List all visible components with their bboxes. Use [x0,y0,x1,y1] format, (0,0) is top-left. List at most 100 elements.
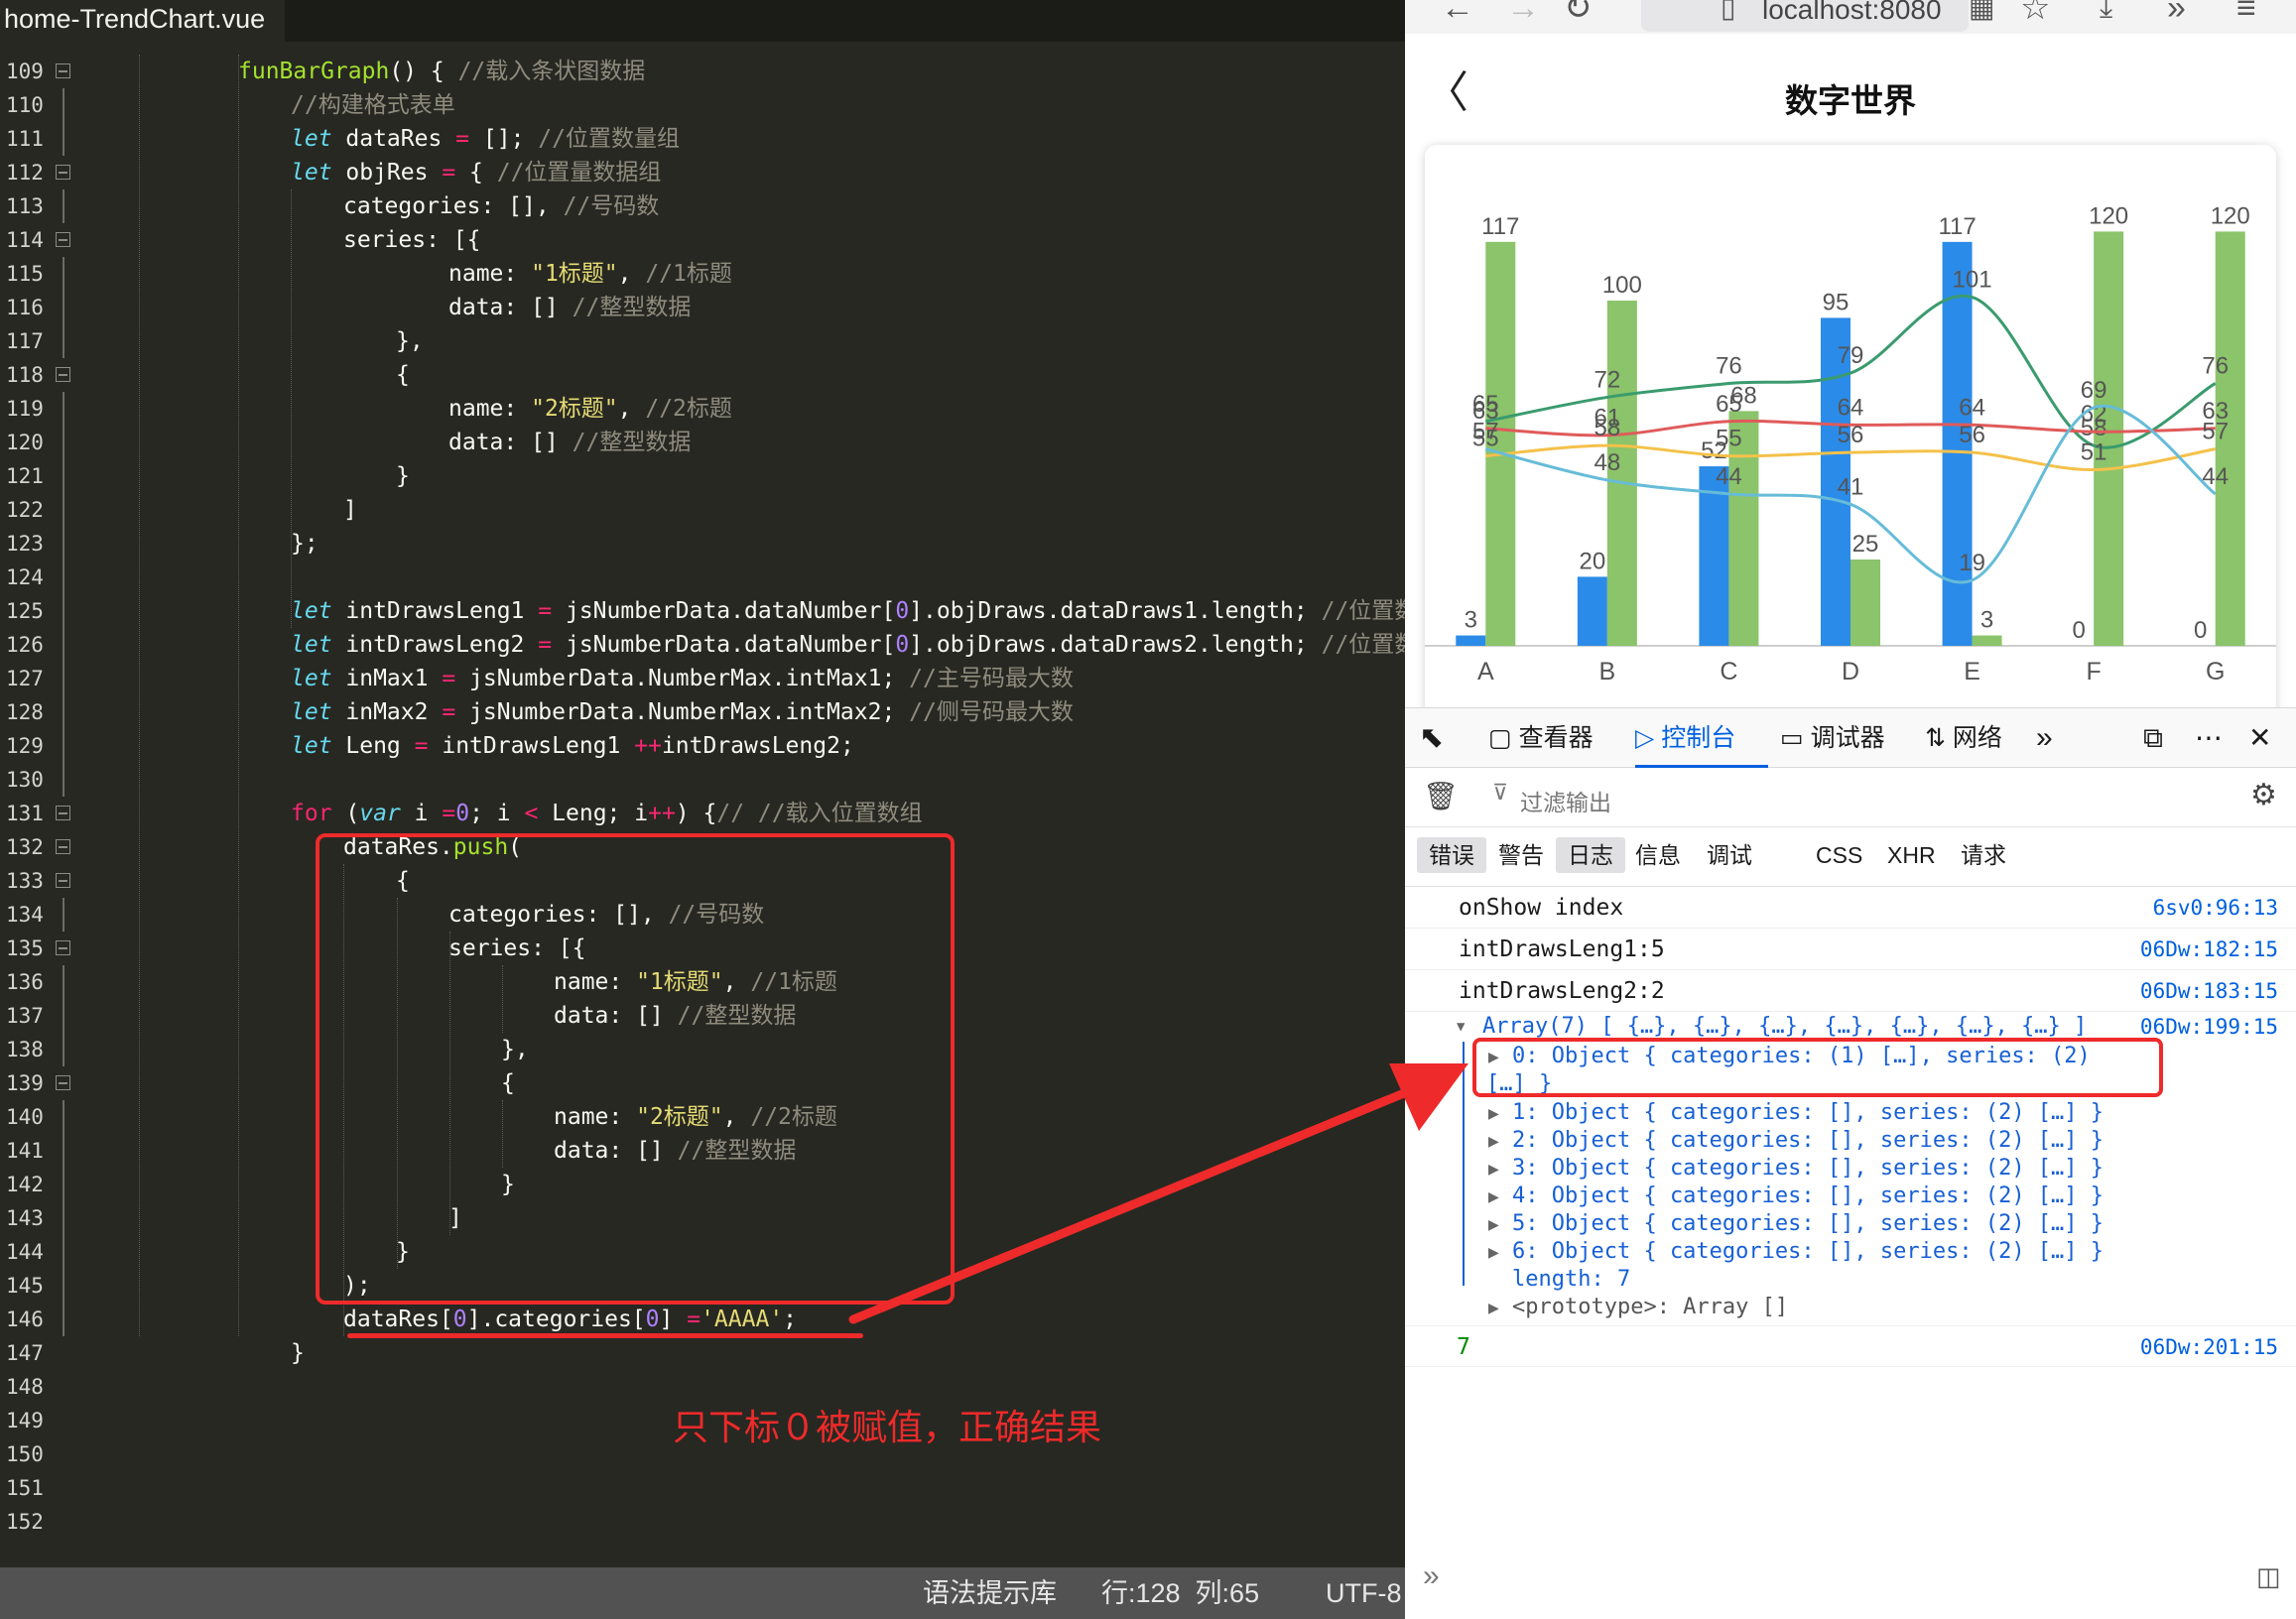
level-filter-2[interactable]: 日志 [1556,837,1625,873]
download-icon[interactable]: ⤓ [2100,0,2112,28]
qr-code-icon[interactable]: ▦ [1969,0,1994,28]
code-line[interactable]: let inMax2 = jsNumberData.NumberMax.intM… [291,695,1074,729]
fold-toggle-icon[interactable] [56,165,70,180]
fold-toggle-icon[interactable] [56,873,70,888]
console-log-row[interactable]: intDrawsLeng1:5 06Dw:182:15 [1405,929,2296,970]
code-line[interactable]: }; [291,527,319,560]
code-line[interactable]: let inMax1 = jsNumberData.NumberMax.intM… [291,662,1074,695]
array-item[interactable]: 4: Object { categories: [], series: (2) … [1512,1183,2104,1210]
code-token: 0 [645,1307,660,1332]
source-link[interactable]: 06Dw:199:15 [2140,1012,2278,1042]
code-line[interactable]: //构建格式表单 [291,88,455,122]
source-link[interactable]: 06Dw:201:15 [2140,1326,2278,1368]
code-line[interactable]: name: "1标题", //1标题 [448,257,732,291]
reload-icon[interactable]: ↻ [1564,0,1593,28]
level-filter-0[interactable]: 错误 [1417,837,1486,873]
expand-triangle-icon[interactable]: ▶ [1488,1188,1499,1205]
console-result-row[interactable]: 7 06Dw:201:15 [1405,1325,2296,1367]
code-token: () { [389,59,458,84]
code-line[interactable]: data: [] //整型数据 [448,291,691,324]
fold-toggle-icon[interactable] [56,839,70,854]
more-options-icon[interactable]: ⋯ [2195,708,2223,768]
code-line[interactable]: let Leng = intDrawsLeng1 ++intDrawsLeng2… [291,729,854,763]
source-link[interactable]: 06Dw:183:15 [2140,970,2278,1012]
code-line[interactable]: for (var i =0; i < Leng; i++) {// //载入位置… [291,797,923,830]
code-line[interactable]: { [396,358,410,392]
array-item[interactable]: 6: Object { categories: [], series: (2) … [1512,1238,2104,1266]
array-item[interactable]: 1: Object { categories: [], series: (2) … [1512,1099,2104,1127]
code-line[interactable]: } [291,1336,305,1370]
level-filter-5[interactable]: CSS [1804,837,1874,873]
expanded-triangle-icon[interactable]: ▼ [1457,1012,1465,1042]
array-item[interactable]: 3: Object { categories: [], series: (2) … [1512,1155,2104,1183]
code-line[interactable]: } [396,459,410,493]
expand-triangle-icon[interactable]: ▶ [1488,1161,1499,1178]
code-line[interactable]: }, [396,324,424,358]
expand-triangle-icon[interactable]: ▶ [1488,1300,1499,1316]
url-text[interactable]: localhost:8080 [1762,0,1942,30]
source-link[interactable]: 06Dw:182:15 [2140,929,2278,970]
dock-side-icon[interactable]: ⧉ [2143,708,2163,768]
level-filter-7[interactable]: 请求 [1949,837,2018,873]
sidebar-toggle-icon[interactable]: ◫ [2256,1561,2281,1592]
fold-toggle-icon[interactable] [56,232,70,247]
trash-icon[interactable]: 🗑 [1423,780,1459,812]
console-input-row[interactable]: » ◫ [1405,1552,2296,1607]
menu-icon[interactable]: ≡ [2236,0,2256,28]
close-devtools-icon[interactable]: ✕ [2248,708,2271,768]
code-line[interactable]: categories: [], //号码数 [343,189,659,223]
code-line[interactable]: let objRes = { //位置量数据组 [291,156,661,189]
level-filter-3[interactable]: 信息 [1623,837,1693,873]
array-item[interactable]: <prototype>: Array [] [1512,1294,1788,1321]
fold-toggle-icon[interactable] [56,1075,70,1090]
code-line[interactable]: let dataRes = []; //位置数量组 [291,122,680,156]
array-item[interactable]: 5: Object { categories: [], series: (2) … [1512,1210,2104,1238]
overflow-chevrons-icon[interactable]: » [2167,0,2186,28]
tab-console[interactable]: ▷ 控制台 [1635,708,1768,768]
code-line[interactable]: let intDrawsLeng1 = jsNumberData.dataNum… [291,594,1405,628]
data-label: 44 [2202,463,2229,490]
bookmark-star-icon[interactable]: ☆ [2020,0,2050,28]
expand-triangle-icon[interactable]: ▶ [1488,1133,1499,1150]
expand-triangle-icon[interactable]: ▶ [1488,1105,1499,1122]
code-line[interactable]: let intDrawsLeng2 = jsNumberData.dataNum… [291,628,1405,662]
level-filter-4[interactable]: 调试 [1695,837,1764,873]
line-number: 142 [0,1168,89,1201]
element-picker-icon[interactable]: ⬉ [1419,708,1444,768]
level-filter-6[interactable]: XHR [1875,837,1948,873]
file-tab[interactable]: home-TrendChart.vue [0,0,286,42]
code-token: let [291,666,332,691]
code-line[interactable]: name: "2标题", //2标题 [448,392,732,426]
line-number: 119 [0,392,89,426]
expand-triangle-icon[interactable]: ▶ [1488,1216,1499,1233]
tab-debugger[interactable]: ▭ 调试器 [1780,708,1919,768]
fold-toggle-icon[interactable] [56,63,70,78]
line-number: 132 [0,830,89,864]
code-line[interactable]: funBarGraph() { //载入条状图数据 [238,55,645,88]
fold-toggle-icon[interactable] [56,806,70,820]
fold-toggle-icon[interactable] [56,367,70,382]
level-filter-1[interactable]: 警告 [1486,837,1556,873]
syntax-lib-status[interactable]: 语法提示库 [923,1567,1057,1619]
browser-back-icon[interactable]: ← [1441,0,1474,28]
more-tabs-chevron-icon[interactable]: » [2036,708,2053,768]
gear-icon[interactable]: ⚙ [2250,778,2277,812]
code-line[interactable]: data: [] //整型数据 [448,426,691,459]
browser-forward-icon[interactable]: → [1506,0,1540,28]
expand-triangle-icon[interactable]: ▶ [1488,1244,1499,1261]
source-link[interactable]: 6sv0:96:13 [2153,887,2278,929]
tab-network[interactable]: ⇅ 网络 [1925,708,2024,768]
code-line[interactable]: series: [{ [343,223,480,257]
array-item[interactable]: 2: Object { categories: [], series: (2) … [1512,1127,2104,1155]
line-number: 112 [0,156,89,189]
console-log-row[interactable]: intDrawsLeng2:2 06Dw:183:15 [1405,970,2296,1012]
fold-toggle-icon[interactable] [56,940,70,955]
encoding-status[interactable]: UTF-8 [1326,1567,1402,1619]
code-line[interactable]: ] [343,493,357,527]
tab-inspector[interactable]: ▢ 查看器 [1488,708,1617,768]
console-log-row[interactable]: onShow index 6sv0:96:13 [1405,887,2296,929]
array-item[interactable]: length: 7 [1512,1266,1630,1294]
code-line[interactable]: dataRes[0].categories[0] ='AAAA'; [343,1303,797,1336]
filter-output-input[interactable]: 过滤输出 [1520,784,1611,817]
data-label: 20 [1580,548,1606,574]
